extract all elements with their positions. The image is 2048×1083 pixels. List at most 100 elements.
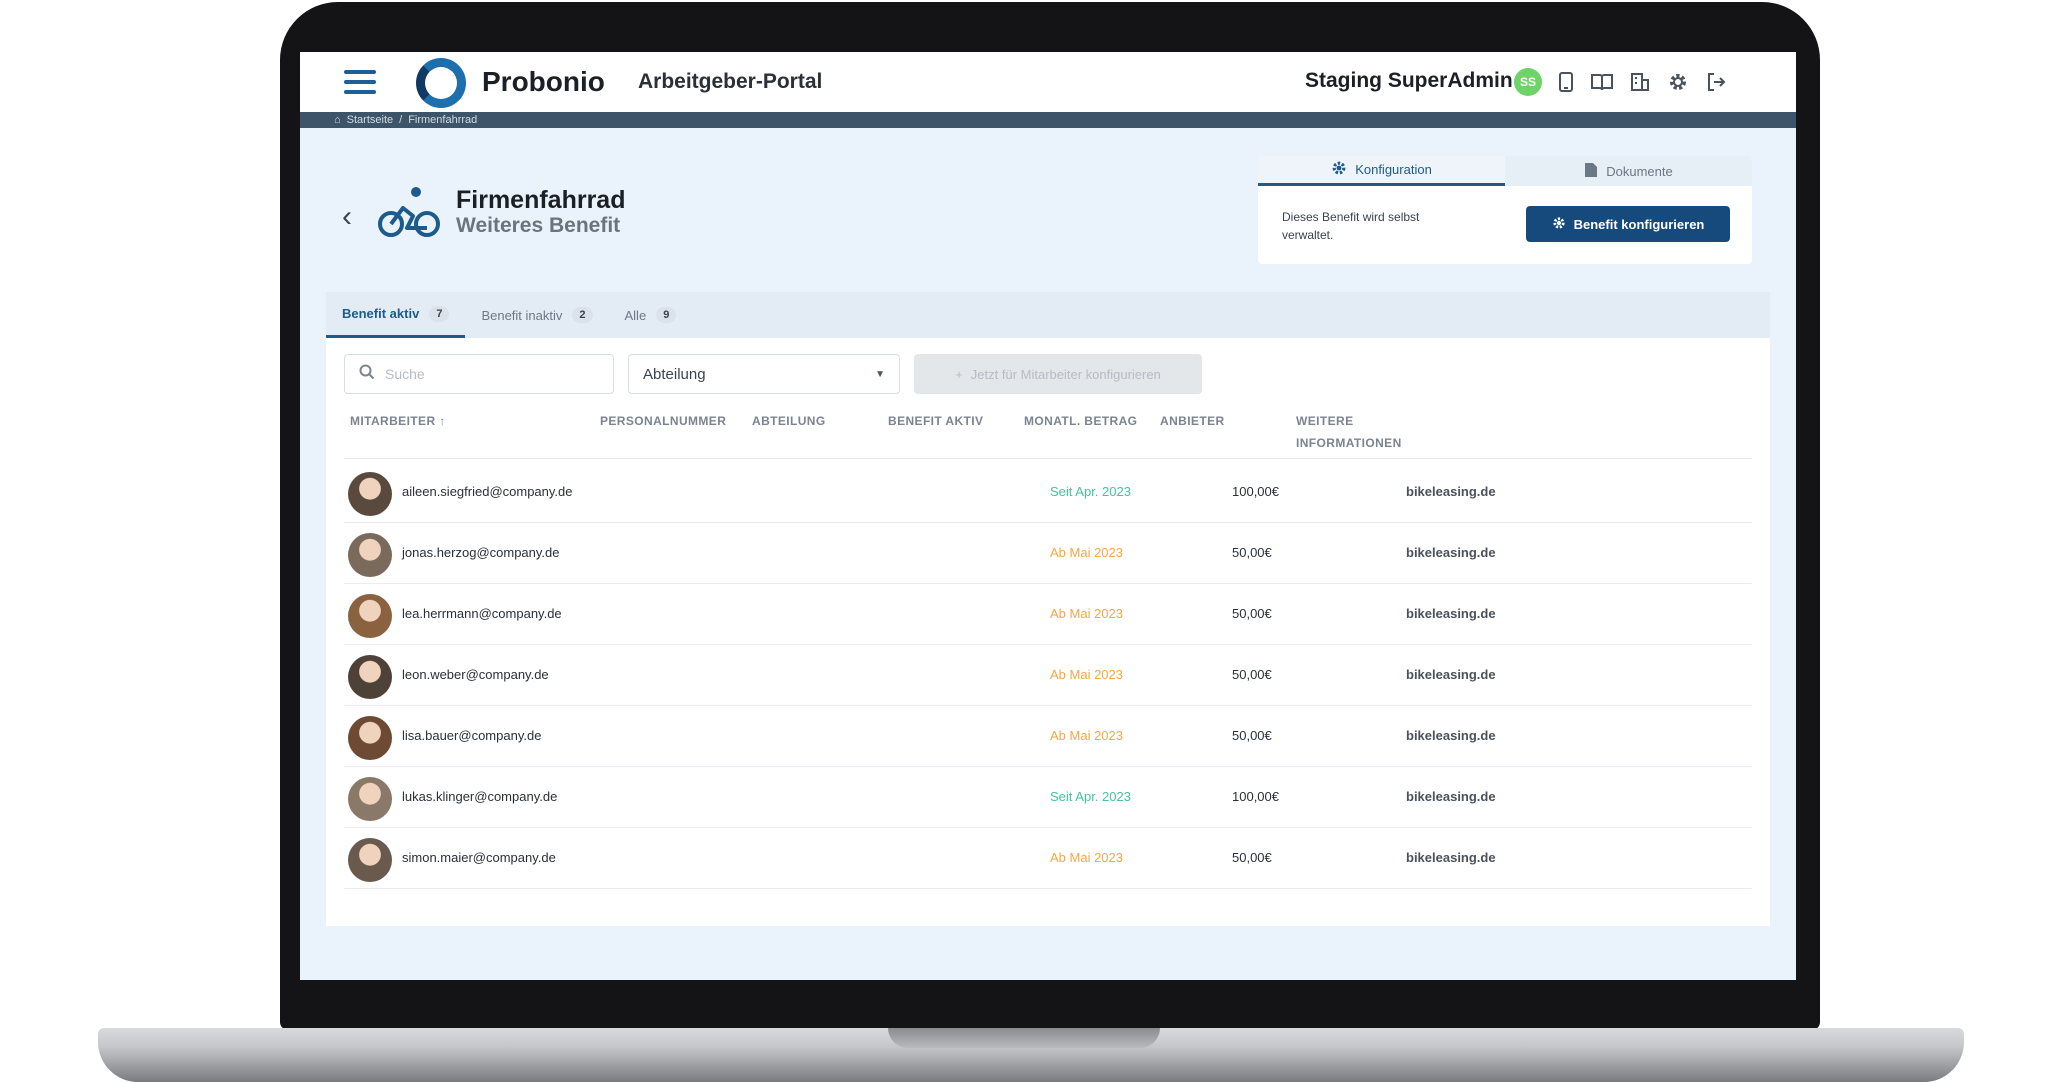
- count-badge: 7: [429, 305, 450, 322]
- config-panel-tabs: Konfiguration Dokumente: [1258, 156, 1752, 186]
- back-chevron-icon[interactable]: ‹: [342, 200, 352, 234]
- benefit-tabs: Benefit aktiv 7 Benefit inaktiv 2 Alle 9: [326, 292, 1770, 338]
- employee-email[interactable]: lukas.klinger@company.de: [402, 789, 557, 804]
- monthly-amount: 100,00€: [1232, 484, 1279, 499]
- table-row[interactable]: lukas.klinger@company.de Seit Apr. 2023 10…: [344, 767, 1752, 828]
- department-select-value: Abteilung: [643, 365, 706, 383]
- provider-name: bikeleasing.de: [1406, 789, 1496, 804]
- monthly-amount: 50,00€: [1232, 545, 1272, 560]
- tab-benefit-active[interactable]: Benefit aktiv 7: [326, 292, 466, 338]
- benefit-status: Ab Mai 2023: [1050, 850, 1123, 865]
- tab-configuration[interactable]: Konfiguration: [1258, 156, 1505, 186]
- breadcrumb-home[interactable]: Startseite: [347, 114, 393, 126]
- employee-avatar: [348, 472, 392, 516]
- search-box[interactable]: [344, 354, 614, 394]
- portal-title: Arbeitgeber-Portal: [638, 70, 823, 93]
- employee-email[interactable]: lisa.bauer@company.de: [402, 728, 541, 743]
- tab-benefit-inactive[interactable]: Benefit inaktiv 2: [465, 292, 608, 338]
- employee-email[interactable]: jonas.herzog@company.de: [402, 545, 560, 560]
- search-icon: [359, 364, 375, 385]
- user-name[interactable]: Staging SuperAdmin: [1305, 69, 1513, 93]
- logout-icon[interactable]: [1702, 68, 1730, 96]
- employee-avatar: [348, 655, 392, 699]
- count-badge: 9: [656, 307, 677, 323]
- config-info-text: Dieses Benefit wird selbst verwaltet.: [1282, 210, 1420, 242]
- breadcrumb: ⌂ Startseite / Firmenfahrrad: [300, 112, 1796, 128]
- configure-benefit-button[interactable]: Benefit konfigurieren: [1526, 206, 1730, 242]
- page-title: Firmenfahrrad: [456, 186, 626, 214]
- tab-documents[interactable]: Dokumente: [1505, 156, 1752, 186]
- col-header-more-info: WEITERE INFORMATIONEN: [1296, 410, 1402, 454]
- employee-avatar: [348, 838, 392, 882]
- home-icon[interactable]: ⌂: [334, 114, 341, 126]
- employee-avatar: [348, 716, 392, 760]
- user-avatar[interactable]: SS: [1514, 68, 1542, 96]
- employee-avatar: [348, 594, 392, 638]
- provider-name: bikeleasing.de: [1406, 606, 1496, 621]
- employee-card: Benefit aktiv 7 Benefit inaktiv 2 Alle 9…: [326, 292, 1770, 926]
- col-header-more-info-line2: INFORMATIONEN: [1296, 436, 1402, 450]
- table-row[interactable]: lisa.bauer@company.de Ab Mai 2023 50,00€ bi…: [344, 706, 1752, 767]
- configure-benefit-label: Benefit konfigurieren: [1573, 216, 1705, 232]
- tab-configuration-label: Konfiguration: [1355, 162, 1432, 177]
- department-select[interactable]: Abteilung ▼: [628, 354, 900, 394]
- table-row[interactable]: lea.herrmann@company.de Ab Mai 2023 50,00€…: [344, 584, 1752, 645]
- brand-name: Probonio: [482, 66, 605, 97]
- table-row[interactable]: simon.maier@company.de Ab Mai 2023 50,00€ b…: [344, 828, 1752, 889]
- monthly-amount: 50,00€: [1232, 728, 1272, 743]
- probonio-logo: [416, 58, 466, 108]
- table-row[interactable]: jonas.herzog@company.de Ab Mai 2023 50,00€…: [344, 523, 1752, 584]
- provider-name: bikeleasing.de: [1406, 728, 1496, 743]
- employee-avatar: [348, 533, 392, 577]
- benefit-status: Ab Mai 2023: [1050, 667, 1123, 682]
- col-header-provider: ANBIETER: [1160, 414, 1225, 428]
- col-header-monthly-amount: MONATL. BETRAG: [1024, 414, 1138, 428]
- tab-label: Alle: [624, 307, 647, 323]
- benefit-status: Ab Mai 2023: [1050, 728, 1123, 743]
- employee-avatar: [348, 777, 392, 821]
- mobile-icon[interactable]: [1552, 68, 1580, 96]
- tab-label: Benefit aktiv: [342, 306, 420, 321]
- col-header-employee[interactable]: MITARBEITER ↑: [350, 410, 446, 432]
- employee-email[interactable]: simon.maier@company.de: [402, 850, 556, 865]
- tab-all[interactable]: Alle 9: [609, 292, 693, 338]
- provider-name: bikeleasing.de: [1406, 545, 1496, 560]
- benefit-status: Seit Apr. 2023: [1050, 484, 1131, 499]
- laptop-notch: [888, 1028, 1160, 1048]
- menu-icon[interactable]: [344, 70, 376, 94]
- provider-name: bikeleasing.de: [1406, 667, 1496, 682]
- count-badge: 2: [572, 307, 593, 323]
- col-header-more-info-line1: WEITERE: [1296, 414, 1354, 428]
- employee-email[interactable]: aileen.siegfried@company.de: [402, 484, 573, 499]
- monthly-amount: 100,00€: [1232, 789, 1279, 804]
- configure-employee-button[interactable]: + Jetzt für Mitarbeiter konfigurieren: [914, 354, 1202, 394]
- benefit-status: Ab Mai 2023: [1050, 545, 1123, 560]
- app-screen: Probonio Arbeitgeber-Portal Staging Supe…: [300, 52, 1796, 980]
- document-icon: [1584, 162, 1598, 181]
- table-row[interactable]: leon.weber@company.de Ab Mai 2023 50,00€ bi…: [344, 645, 1752, 706]
- caret-down-icon: ▼: [875, 368, 885, 380]
- bicycle-icon: [378, 184, 440, 245]
- tab-label: Benefit inaktiv: [481, 307, 563, 323]
- gear-icon: [1331, 160, 1347, 179]
- monthly-amount: 50,00€: [1232, 606, 1272, 621]
- book-icon[interactable]: [1588, 68, 1616, 96]
- building-icon[interactable]: [1626, 68, 1654, 96]
- gear-icon[interactable]: [1664, 68, 1692, 96]
- breadcrumb-separator: /: [399, 114, 403, 126]
- col-header-personnel-number: PERSONALNUMMER: [600, 414, 727, 428]
- employee-email[interactable]: lea.herrmann@company.de: [402, 606, 562, 621]
- provider-name: bikeleasing.de: [1406, 484, 1496, 499]
- breadcrumb-current: Firmenfahrrad: [408, 114, 478, 126]
- col-header-benefit-active: BENEFIT AKTIV: [888, 414, 984, 428]
- config-panel: Konfiguration Dokumente Dieses Benefit w…: [1258, 156, 1752, 264]
- employee-email[interactable]: leon.weber@company.de: [402, 667, 549, 682]
- tab-documents-label: Dokumente: [1606, 163, 1673, 179]
- table-row[interactable]: aileen.siegfried@company.de Seit Apr. 202…: [344, 462, 1752, 523]
- gear-icon: [1552, 216, 1566, 233]
- page-subtitle: Weiteres Benefit: [456, 214, 621, 237]
- benefit-status: Ab Mai 2023: [1050, 606, 1123, 621]
- configure-employee-label: Jetzt für Mitarbeiter konfigurieren: [970, 366, 1161, 382]
- provider-name: bikeleasing.de: [1406, 850, 1496, 865]
- search-input[interactable]: [385, 366, 595, 382]
